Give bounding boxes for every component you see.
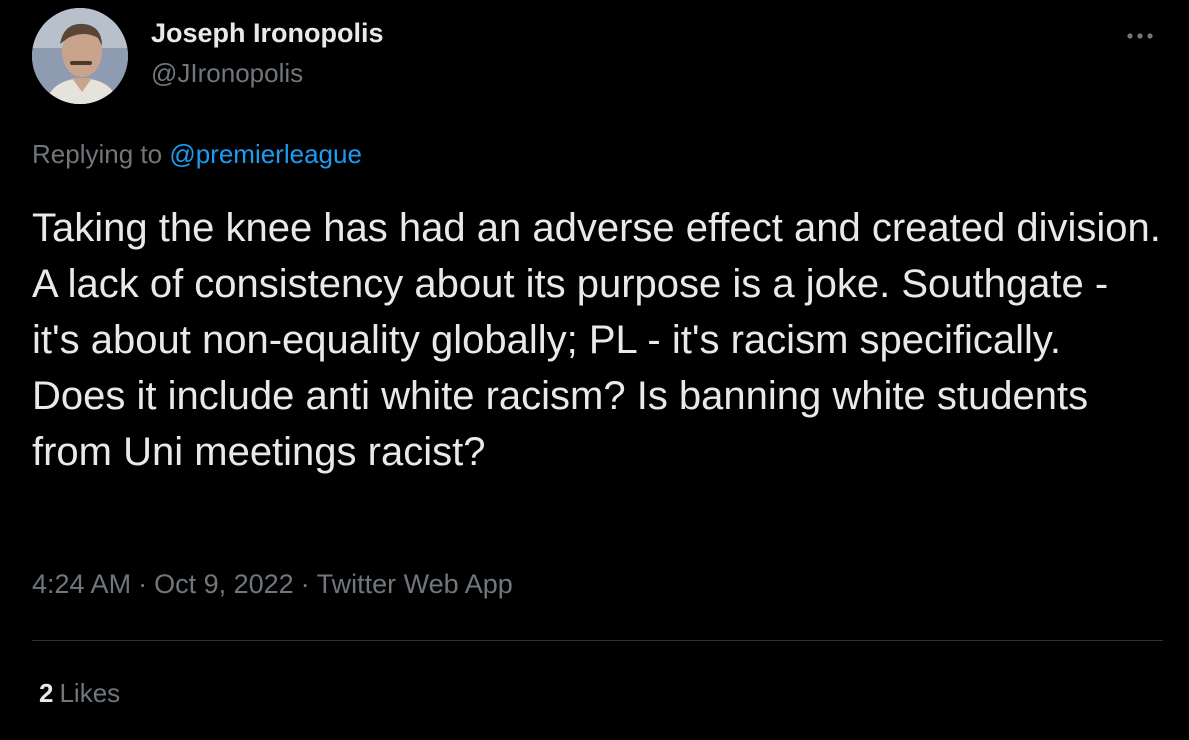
likes-label: Likes [59,678,121,708]
tweet-date[interactable]: Oct 9, 2022 [154,569,294,599]
tweet-card: Joseph Ironopolis @JIronopolis Replying … [0,0,1189,740]
tweet-text: Taking the knee has had an adverse effec… [32,206,1161,474]
replying-to-label: Replying to [32,139,163,169]
tweet-source[interactable]: Twitter Web App [317,569,513,599]
divider [32,640,1163,641]
meta-separator: · [138,569,148,599]
likes-count: 2 [39,678,54,708]
author-handle[interactable]: @JIronopolis [151,58,303,89]
more-options-icon[interactable] [1124,26,1160,46]
tweet-meta: 4:24 AM · Oct 9, 2022 · Twitter Web App [32,569,513,600]
likes-link[interactable]: 2 Likes [39,678,120,709]
tweet-time[interactable]: 4:24 AM [32,569,131,599]
avatar[interactable] [32,8,128,104]
author-display-name[interactable]: Joseph Ironopolis [151,18,384,49]
meta-separator: · [300,569,310,599]
profile-photo-icon [32,8,128,104]
reply-mention-link[interactable]: @premierleague [169,139,362,169]
replying-to: Replying to @premierleague [32,139,362,170]
